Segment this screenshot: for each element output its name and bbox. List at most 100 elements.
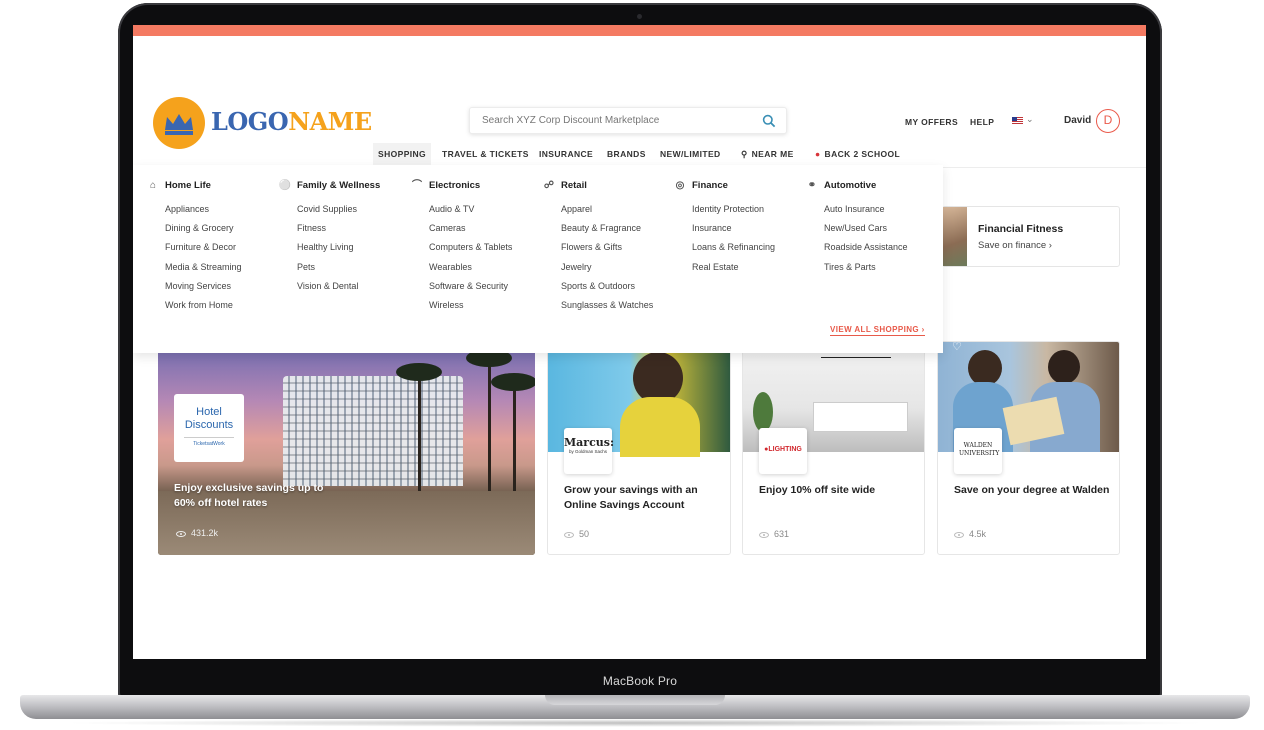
plant [753,392,773,432]
brand-name-wrap: ●LIGHTING [759,446,807,453]
menu-item[interactable]: Moving Services [165,277,276,296]
promo-card[interactable]: Financial Fitness Save on finance › [942,206,1120,267]
menu-item[interactable]: Sunglasses & Watches [561,296,672,315]
menu-item[interactable]: Wireless [429,296,540,315]
menu-item[interactable]: Dining & Grocery [165,219,276,238]
menu-column-family-wellness: ⚪ Family & Wellness Covid Supplies Fitnes… [278,179,408,296]
person-head [1048,350,1080,384]
my-offers-link[interactable]: MY OFFERS [905,117,958,127]
logo-part-1: LOGO [211,107,289,136]
nav-item-insurance[interactable]: INSURANCE [534,143,598,165]
nav-item-travel[interactable]: TRAVEL & TICKETS [437,143,534,165]
chevron-down-icon[interactable]: ⌄ [1026,114,1034,125]
menu-item[interactable]: Roadside Assistance [824,238,935,257]
family-icon: ⚪ [278,180,292,191]
search-icon[interactable] [762,114,776,128]
menu-item[interactable]: Identity Protection [692,200,803,219]
laptop-shadow [60,719,1210,727]
nav-label: BRANDS [607,149,646,159]
search-placeholder: Search XYZ Corp Discount Marketplace [482,115,660,126]
menu-item[interactable]: Tires & Parts [824,258,935,277]
brand-logo: Marcus: by Goldman Sachs [564,428,614,474]
nav-item-new-limited[interactable]: NEW/LIMITED [655,143,726,165]
menu-item[interactable]: Insurance [692,219,803,238]
menu-item[interactable]: Apparel [561,200,672,219]
menu-heading[interactable]: ⌒ Electronics [410,179,540,193]
nav-label: TRAVEL & TICKETS [442,149,529,159]
search-input[interactable]: Search XYZ Corp Discount Marketplace [469,107,787,134]
menu-item[interactable]: Wearables [429,258,540,277]
menu-item[interactable]: Media & Streaming [165,258,276,277]
menu-item[interactable]: Software & Security [429,277,540,296]
menu-item[interactable]: Computers & Tablets [429,238,540,257]
house-icon: ⌂ [149,180,157,191]
eye-icon [176,530,186,537]
user-name[interactable]: David [1064,115,1091,126]
brand-name: WALDEN UNIVERSITY [959,442,1000,457]
eye-icon [954,531,964,538]
brand-logo: WALDEN UNIVERSITY [954,428,1002,474]
menu-item[interactable]: Beauty & Fragrance [561,219,672,238]
menu-item[interactable]: Audio & TV [429,200,540,219]
brand-sub: TicketsatWork [184,437,234,447]
menu-item[interactable]: Vision & Dental [297,277,408,296]
view-count-value: 50 [579,529,590,539]
menu-item[interactable]: Furniture & Decor [165,238,276,257]
menu-heading[interactable]: ⚪ Family & Wellness [278,179,408,193]
menu-item[interactable]: Loans & Refinancing [692,238,803,257]
menu-column-finance: ◎ Finance Identity Protection Insurance L… [673,179,803,277]
nav-item-shopping[interactable]: SHOPPING [373,143,432,165]
menu-item[interactable]: Covid Supplies [297,200,408,219]
menu-heading[interactable]: ◎ Finance [673,179,803,193]
menu-item[interactable]: Fitness [297,219,408,238]
nav-item-brands[interactable]: BRANDS [602,143,651,165]
promo-link[interactable]: Save on finance › [978,240,1052,251]
promo-subtitle: Save on finance [978,240,1047,251]
help-link[interactable]: HELP [970,117,994,127]
plug-icon: ⌒ [412,180,422,191]
menu-heading[interactable]: ⌂ Home Life [146,179,276,193]
menu-item[interactable]: Appliances [165,200,276,219]
menu-item[interactable]: Pets [297,258,408,277]
crown-logo-icon[interactable] [153,97,205,149]
laptop-notch [545,695,725,705]
view-count-value: 4.5k [969,529,987,539]
view-all-label: VIEW ALL SHOPPING [830,325,920,334]
menu-item[interactable]: New/Used Cars [824,219,935,238]
nav-item-near-me[interactable]: ⚲ NEAR ME [736,143,799,165]
menu-heading-label: Electronics [429,180,481,191]
menu-item[interactable]: Auto Insurance [824,200,935,219]
menu-item[interactable]: Work from Home [165,296,276,315]
person-body [620,397,700,457]
offer-title: Enjoy exclusive savings up to 60% off ho… [174,482,324,509]
accent-bar [133,25,1146,36]
avatar[interactable]: D [1096,109,1120,133]
menu-item[interactable]: Healthy Living [297,238,408,257]
menu-column-retail: ☍ Retail Apparel Beauty & Fragrance Flowe… [542,179,672,315]
menu-heading[interactable]: ⚭ Automotive [805,179,935,193]
view-count: 631 [759,529,789,539]
nav-label: NEAR ME [751,149,794,159]
offer-card-marcus[interactable]: ♡ Marcus: by Goldman Sachs Grow your sav… [547,341,731,555]
view-all-shopping-link[interactable]: VIEW ALL SHOPPING › [830,325,925,336]
view-count: 431.2k [176,528,218,538]
menu-item[interactable]: Sports & Outdoors [561,277,672,296]
browser-screen: LOGONAME Search XYZ Corp Discount Market… [133,25,1146,659]
menu-column-home-life: ⌂ Home Life Appliances Dining & Grocery F… [146,179,276,315]
menu-item[interactable]: Jewelry [561,258,672,277]
offer-card-lighting[interactable]: ♡ ●LIGHTING Enjoy 10% off site wide 631 [742,341,925,555]
offer-card-walden[interactable]: ♡ WALDEN UNIVERSITY Save on your degree … [937,341,1120,555]
palm-frond [491,373,535,391]
logo-wordmark[interactable]: LOGONAME [211,107,372,136]
menu-heading[interactable]: ☍ Retail [542,179,672,193]
view-count: 50 [564,529,589,539]
menu-item[interactable]: Real Estate [692,258,803,277]
menu-item[interactable]: Cameras [429,219,540,238]
heart-icon[interactable]: ♡ [952,342,962,353]
us-flag-icon[interactable] [1012,117,1023,124]
menu-item[interactable]: Flowers & Gifts [561,238,672,257]
eye-icon [564,531,574,538]
nav-item-back-2-school[interactable]: ● BACK 2 SCHOOL [810,143,905,165]
view-count-value: 631 [774,529,790,539]
offer-card-hotel[interactable]: ♥ Hotel Discounts TicketsatWork Enjoy ex… [158,341,535,555]
